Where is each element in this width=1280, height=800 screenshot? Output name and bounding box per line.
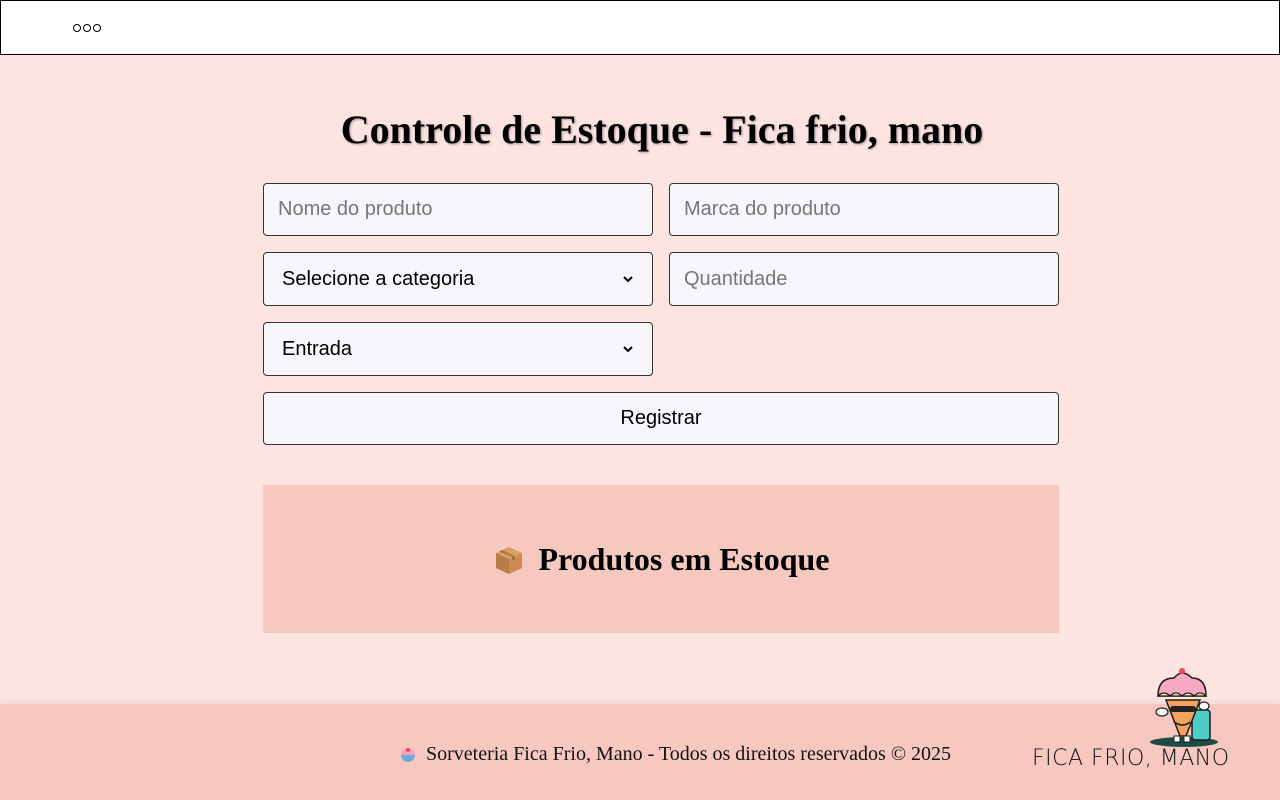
top-bar	[0, 0, 1280, 55]
category-select[interactable]: Selecione a categoria	[263, 252, 653, 306]
movement-type-value: Entrada	[282, 337, 353, 360]
chevron-down-icon	[623, 346, 633, 353]
footer-brand: FICA FRIO, MANO	[1032, 746, 1230, 771]
package-icon	[495, 547, 522, 574]
footer: Sorveteria Fica Frio, Mano - Todos os di…	[0, 704, 1280, 800]
footer-copyright: Sorveteria Fica Frio, Mano - Todos os di…	[426, 743, 952, 765]
more-dots-icon[interactable]	[73, 21, 101, 35]
product-brand-input[interactable]	[669, 183, 1059, 236]
ice-cream-mascot-logo	[1150, 668, 1218, 747]
stock-panel: Produtos em Estoque	[263, 485, 1059, 633]
ice-cream-icon	[401, 747, 415, 762]
movement-type-select[interactable]: Entrada	[263, 322, 653, 376]
chevron-down-icon	[623, 276, 633, 283]
quantity-input[interactable]	[669, 252, 1059, 306]
product-name-input[interactable]	[263, 183, 653, 236]
register-button[interactable]: Registrar	[263, 392, 1059, 445]
page-title: Controle de Estoque - Fica frio, mano	[340, 107, 984, 152]
category-select-value: Selecione a categoria	[282, 267, 475, 290]
stock-title: Produtos em Estoque	[538, 540, 830, 577]
